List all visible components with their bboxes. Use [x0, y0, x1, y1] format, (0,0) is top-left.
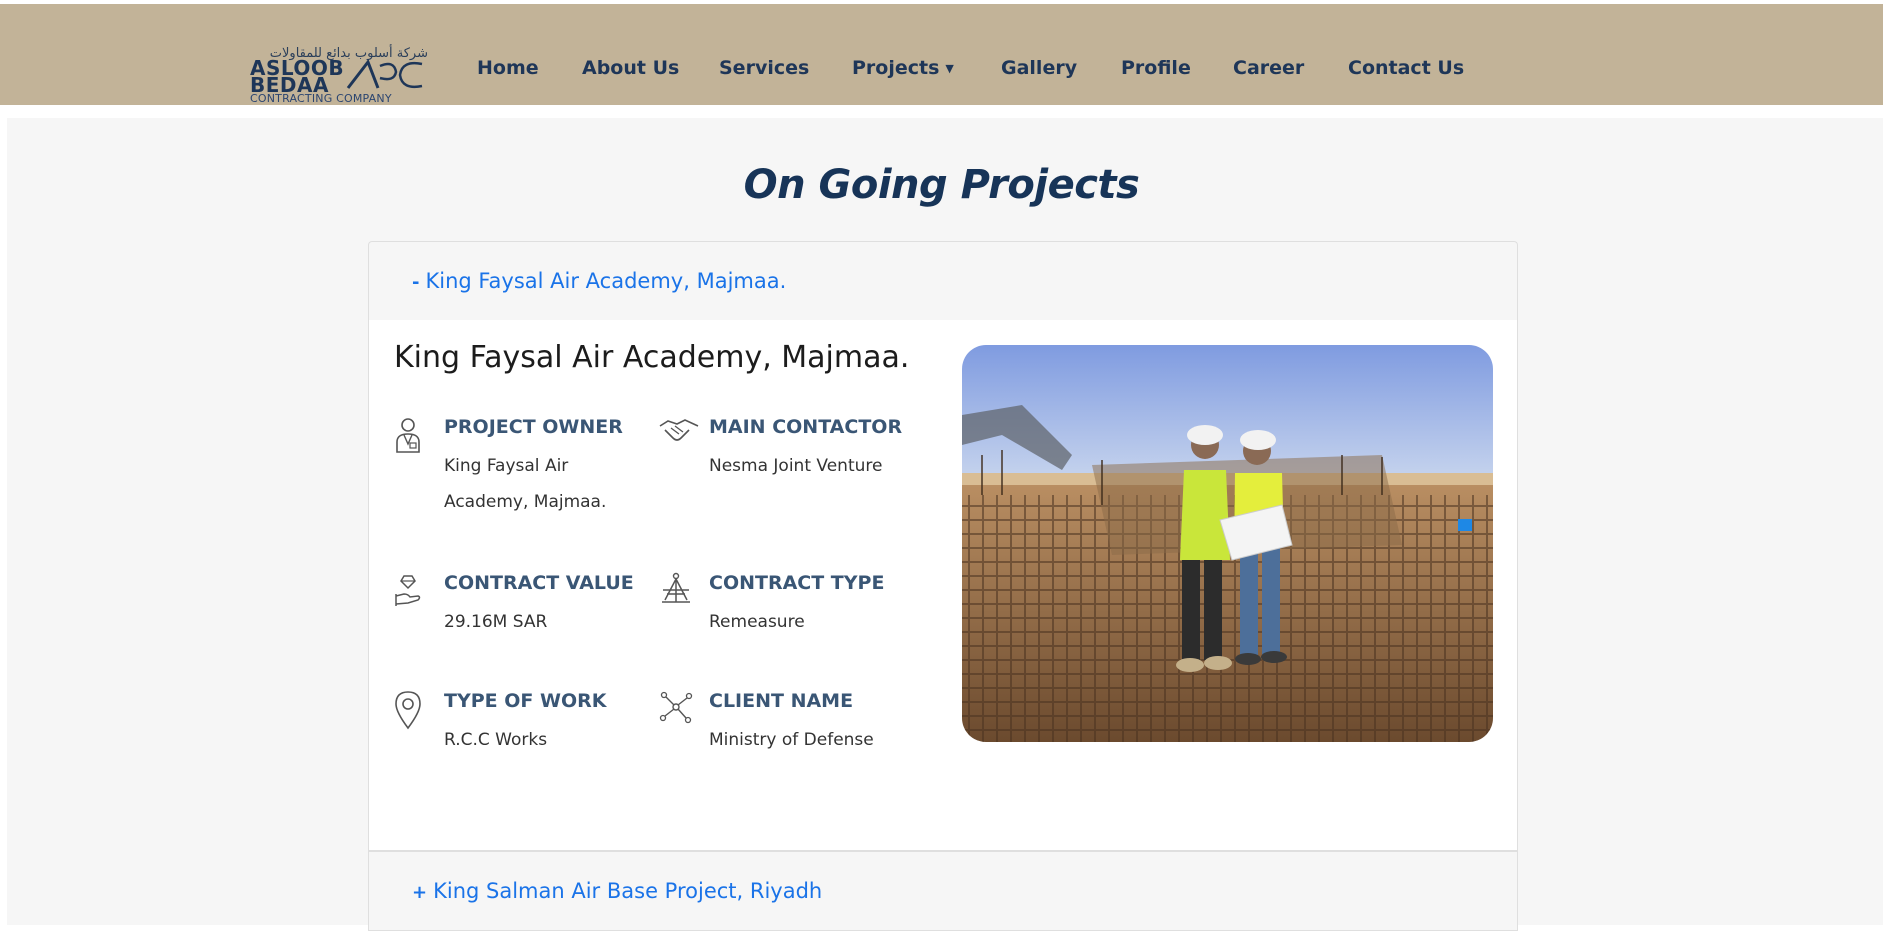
expand-icon: + [412, 882, 428, 903]
handshake-icon [659, 419, 699, 441]
network-icon [659, 691, 693, 724]
accordion-label: King Salman Air Base Project, Riyadh [433, 879, 823, 903]
nav-gallery[interactable]: Gallery [1001, 57, 1077, 79]
nav-contact-us[interactable]: Contact Us [1348, 57, 1464, 79]
logo-mark-icon [346, 58, 423, 89]
structure-icon [662, 572, 690, 603]
logo-line-3: CONTRACTING COMPANY [250, 92, 392, 105]
project-title: King Faysal Air Academy, Majmaa. [394, 340, 910, 375]
field-label: MAIN CONTACTOR [709, 416, 903, 438]
nav-services[interactable]: Services [719, 57, 809, 79]
field-label: CLIENT NAME [709, 690, 854, 712]
nav-career[interactable]: Career [1233, 57, 1304, 79]
field-label: CONTRACT TYPE [709, 572, 885, 594]
person-icon [396, 418, 420, 453]
field-value: R.C.C Works [444, 730, 548, 750]
accordion-label: King Faysal Air Academy, Majmaa. [425, 269, 787, 293]
nav-home[interactable]: Home [477, 57, 539, 79]
construction-site-image [962, 345, 1493, 742]
nav-projects-label: Projects [852, 57, 940, 79]
location-pin-icon [395, 691, 421, 730]
field-label: TYPE OF WORK [444, 690, 607, 712]
site-header: شركة أسلوب بدائع للمقاولات ASLOOB BEDAA … [0, 4, 1883, 105]
money-hand-icon [395, 575, 421, 606]
chevron-down-icon: ▼ [945, 62, 954, 75]
project-photo [962, 345, 1493, 742]
accordion-header-2[interactable]: + King Salman Air Base Project, Riyadh [368, 851, 1518, 931]
nav-about-us[interactable]: About Us [582, 57, 679, 79]
field-value: King Faysal Air Academy, Majmaa. [444, 456, 607, 512]
page-title: On Going Projects [743, 162, 1140, 208]
accordion-toggle[interactable]: - King Faysal Air Academy, Majmaa. [412, 269, 786, 293]
field-label: PROJECT OWNER [444, 416, 623, 438]
field-value: 29.16M SAR [444, 612, 548, 632]
accordion-toggle[interactable]: + King Salman Air Base Project, Riyadh [412, 879, 822, 903]
field-value: Remeasure [709, 612, 805, 632]
company-logo[interactable]: شركة أسلوب بدائع للمقاولات ASLOOB BEDAA … [248, 44, 428, 105]
collapse-icon: - [412, 272, 420, 293]
nav-profile[interactable]: Profile [1121, 57, 1191, 79]
accordion-header-1[interactable]: - King Faysal Air Academy, Majmaa. [368, 241, 1518, 321]
field-value: Ministry of Defense [709, 730, 874, 750]
nav-projects[interactable]: Projects ▼ [852, 57, 954, 79]
field-value: Nesma Joint Venture [709, 456, 883, 476]
field-label: CONTRACT VALUE [444, 572, 634, 594]
